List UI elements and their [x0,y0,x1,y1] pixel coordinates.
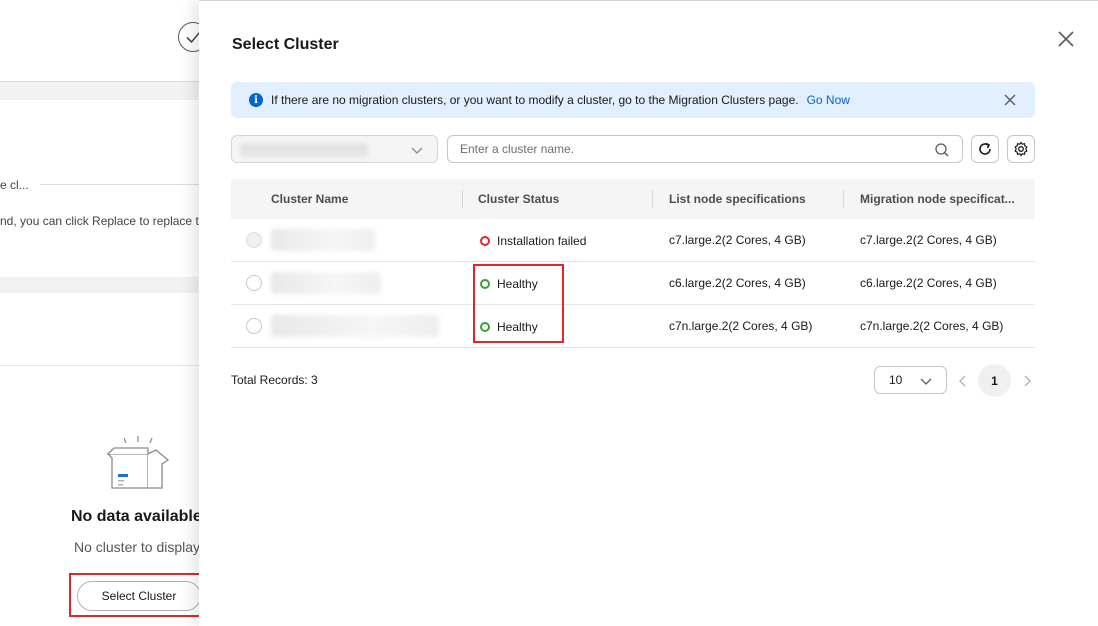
table-row[interactable]: Healthy c7n.large.2(2 Cores, 4 GB) c7n.l… [231,305,1035,348]
refresh-icon [979,142,991,155]
divider [0,365,210,366]
column-header-migration-node-spec: Migration node specificat... [860,192,1015,206]
table-row[interactable]: Installation failed c7.large.2(2 Cores, … [231,219,1035,262]
background-page: e cl... nd, you can click Replace to rep… [0,0,210,626]
status-healthy-icon [480,278,490,289]
column-header-cluster-status: Cluster Status [478,192,560,206]
status-cell: Healthy [480,262,538,305]
list-node-spec-cell: c7.large.2(2 Cores, 4 GB) [669,233,806,247]
table-row[interactable]: Healthy c6.large.2(2 Cores, 4 GB) c6.lar… [231,262,1035,305]
select-cluster-button[interactable]: Select Cluster [77,581,201,611]
notice-close-icon[interactable] [1003,93,1017,107]
info-icon: i [249,93,263,107]
status-text: Installation failed [497,233,587,248]
empty-state-subtitle: No cluster to display [74,539,201,555]
notice-text: If there are no migration clusters, or y… [271,93,799,107]
status-text: Healthy [497,319,538,334]
section-band [0,82,210,100]
blurred-select-value [240,143,368,157]
status-healthy-icon [480,321,490,332]
truncated-description: nd, you can click Replace to replace t [0,214,199,228]
total-records: Total Records: 3 [231,373,318,387]
section-band [0,277,210,293]
info-notice: i If there are no migration clusters, or… [231,82,1035,118]
migration-node-spec-cell: c7.large.2(2 Cores, 4 GB) [860,233,997,247]
go-now-link[interactable]: Go Now [807,93,850,107]
page-size-value: 10 [889,373,903,387]
truncated-label: e cl... [0,178,29,192]
column-separator [843,190,844,208]
migration-node-spec-cell: c6.large.2(2 Cores, 4 GB) [860,276,997,290]
search-icon[interactable] [934,142,950,158]
cluster-search-box[interactable] [447,135,963,163]
status-text: Healthy [497,276,538,291]
list-node-spec-cell: c6.large.2(2 Cores, 4 GB) [669,276,806,290]
column-separator [462,190,463,208]
divider [40,184,210,185]
cluster-name-blurred [271,315,439,337]
column-separator [652,190,653,208]
page-number-current[interactable]: 1 [978,364,1011,397]
migration-node-spec-cell: c7n.large.2(2 Cores, 4 GB) [860,319,1004,333]
drawer-title: Select Cluster [232,36,339,53]
status-cell: Healthy [480,305,538,348]
list-node-spec-cell: c7n.large.2(2 Cores, 4 GB) [669,319,813,333]
gear-icon [1014,141,1028,157]
cluster-table: Cluster Name Cluster Status List node sp… [231,179,1035,348]
chevron-down-icon [920,378,932,385]
highlight-box: Select Cluster [69,573,206,617]
refresh-button[interactable] [971,135,999,163]
page-size-select[interactable]: 10 [874,366,947,394]
select-cluster-drawer: Select Cluster i If there are no migrati… [199,0,1098,626]
column-header-cluster-name: Cluster Name [271,192,349,206]
cluster-name-blurred [271,229,375,251]
search-input[interactable] [460,142,920,156]
empty-box-icon [104,434,172,495]
status-failed-icon [480,235,490,246]
close-icon[interactable] [1056,29,1076,49]
chevron-down-icon [411,147,423,154]
row-radio [246,232,262,248]
cluster-name-blurred [271,272,381,294]
row-radio[interactable] [246,275,262,291]
status-cell: Installation failed [480,219,586,262]
row-radio[interactable] [246,318,262,334]
region-select[interactable] [231,135,438,163]
settings-button[interactable] [1007,135,1035,163]
next-page-icon[interactable] [1019,373,1035,389]
prev-page-icon[interactable] [955,373,971,389]
column-header-list-node-spec: List node specifications [669,192,806,206]
table-header: Cluster Name Cluster Status List node sp… [231,179,1035,219]
empty-state-title: No data available [71,508,202,525]
